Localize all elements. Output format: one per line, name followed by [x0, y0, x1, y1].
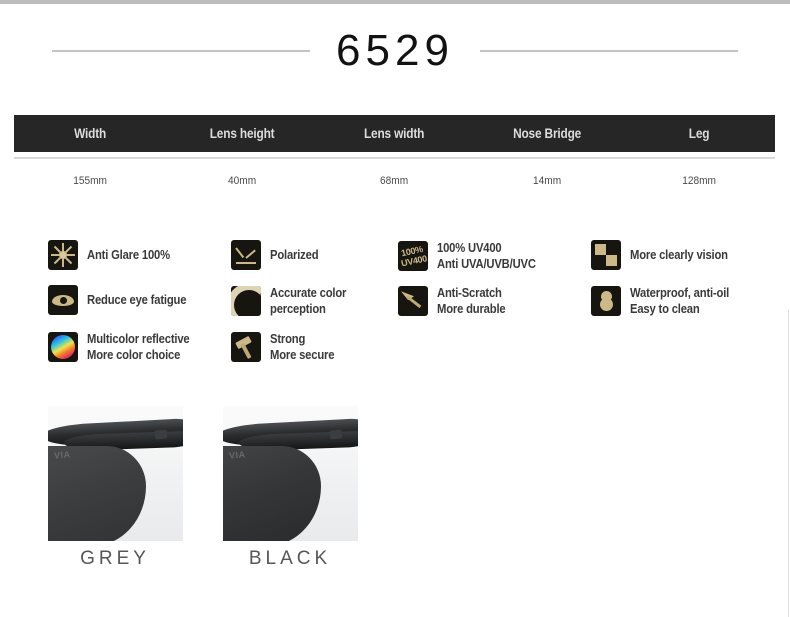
feature-line-1: Anti-Scratch — [437, 286, 502, 300]
feature-polarized: Polarized — [231, 240, 324, 270]
spec-table-header: Width Lens height Lens width Nose Bridge… — [14, 115, 775, 152]
feature-line-2: perception — [270, 302, 326, 317]
spec-header-leg: Leg — [688, 126, 710, 141]
spec-value-lens-height: 40mm — [228, 175, 257, 187]
polarized-icon — [231, 240, 261, 270]
droplet-icon — [591, 286, 621, 317]
feature-accurate-color-perception: Accurate color perception — [231, 285, 355, 318]
title-rule-right — [479, 50, 738, 52]
feature-multicolor-reflective: Multicolor reflective More color choice — [48, 331, 201, 364]
top-border-band — [0, 0, 790, 4]
spec-header-lens-width: Lens width — [364, 126, 425, 141]
feature-line-1: 100% UV400 — [437, 241, 502, 255]
feature-anti-scratch: Anti-Scratch More durable — [398, 285, 513, 318]
color-label-black: BLACK — [248, 548, 332, 569]
feature-label: More clearly vision — [630, 247, 728, 263]
sunglasses-photo-grey: VIA — [48, 406, 183, 541]
feature-strong-more-secure: Strong More secure — [231, 331, 341, 364]
spec-value-leg: 128mm — [682, 175, 716, 187]
color-arc-icon — [231, 286, 261, 317]
spec-value-lens-width: 68mm — [380, 175, 409, 187]
hammer-icon — [231, 332, 261, 363]
feature-line-2: More color choice — [87, 348, 181, 363]
feature-line-2: Easy to clean — [630, 302, 700, 317]
sunburst-icon — [48, 240, 78, 270]
feature-uv400: 100% UV400 100% UV400 Anti UVA/UVB/UVC — [398, 240, 547, 273]
color-swatch-black-image[interactable]: VIA — [223, 406, 358, 541]
product-spec-page: 6529 Width Lens height Lens width Nose B… — [0, 0, 790, 617]
feature-line-1: More clearly vision — [630, 247, 728, 262]
feature-label: 100% UV400 Anti UVA/UVB/UVC — [437, 240, 536, 273]
feature-line-1: Waterproof, anti-oil — [630, 286, 730, 300]
lens-brand-marking: VIA — [228, 449, 246, 461]
feature-line-1: Accurate color — [270, 286, 347, 300]
feature-line-2: More durable — [437, 302, 506, 317]
feature-line-2: More secure — [270, 348, 335, 363]
feature-label: Anti Glare 100% — [87, 247, 170, 263]
feature-waterproof-anti-oil: Waterproof, anti-oil Easy to clean — [591, 285, 740, 318]
feature-label: Polarized — [270, 247, 319, 263]
title-rule-left — [52, 50, 311, 52]
feature-label: Waterproof, anti-oil Easy to clean — [630, 285, 729, 318]
feature-label: Multicolor reflective More color choice — [87, 331, 190, 364]
rainbow-icon — [48, 332, 78, 363]
feature-reduce-eye-fatigue: Reduce eye fatigue — [48, 285, 197, 315]
color-label-grey: GREY — [80, 548, 150, 569]
feature-label: Accurate color perception — [270, 285, 346, 318]
feature-more-clearly-vision: More clearly vision — [591, 240, 739, 270]
sunglasses-photo-black: VIA — [223, 406, 358, 541]
checkerboard-icon — [591, 240, 621, 270]
spec-header-width: Width — [74, 126, 107, 141]
anti-scratch-icon — [398, 286, 428, 317]
spec-value-width: 155mm — [73, 175, 107, 187]
feature-line-1: Strong — [270, 332, 306, 346]
feature-line-1: Anti Glare 100% — [87, 247, 170, 262]
feature-line-1: Polarized — [270, 247, 319, 262]
lens-brand-marking: VIA — [53, 449, 71, 461]
feature-label: Anti-Scratch More durable — [437, 285, 506, 318]
uv400-icon: 100% UV400 — [398, 241, 428, 272]
title-row: 6529 — [0, 20, 790, 82]
spec-header-lens-height: Lens height — [209, 126, 275, 141]
eye-icon — [48, 285, 78, 315]
features-grid: Anti Glare 100% Reduce eye fatigue Multi… — [0, 228, 790, 378]
spec-table-values-row: 155mm 40mm 68mm 14mm 128mm — [14, 168, 775, 194]
page-title: 6529 — [336, 26, 454, 75]
feature-label: Strong More secure — [270, 331, 334, 364]
feature-label: Reduce eye fatigue — [87, 292, 186, 308]
spec-header-nose-bridge: Nose Bridge — [512, 126, 581, 141]
spec-table-divider — [14, 157, 775, 159]
color-swatch-grey-image[interactable]: VIA — [48, 406, 183, 541]
feature-line-1: Multicolor reflective — [87, 332, 190, 346]
feature-line-2: Anti UVA/UVB/UVC — [437, 257, 536, 272]
feature-line-1: Reduce eye fatigue — [87, 292, 187, 307]
spec-value-nose-bridge: 14mm — [532, 175, 561, 187]
feature-anti-glare: Anti Glare 100% — [48, 240, 179, 270]
